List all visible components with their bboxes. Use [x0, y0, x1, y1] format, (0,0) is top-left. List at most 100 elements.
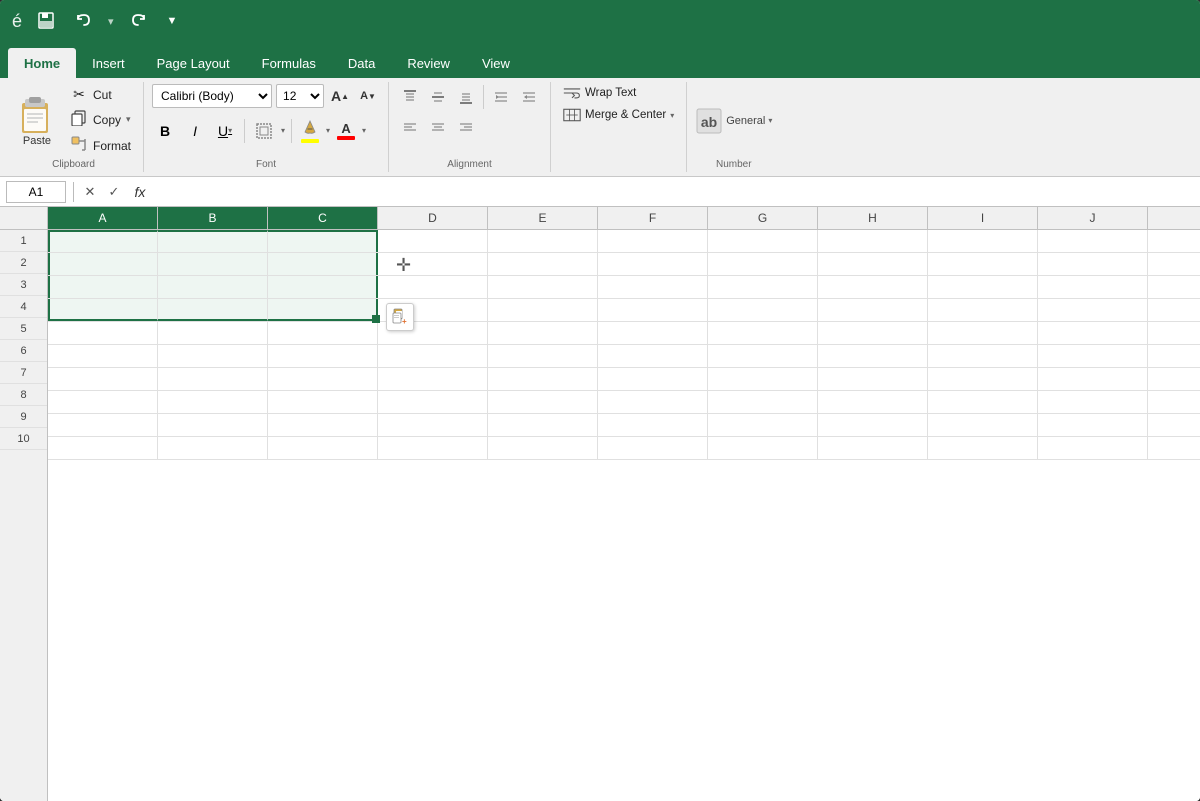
cell-e1[interactable]	[488, 230, 598, 252]
cell-b10[interactable]	[158, 437, 268, 459]
font-color-button[interactable]: A	[334, 119, 358, 142]
row-header-7[interactable]: 7	[0, 362, 47, 384]
undo-btn[interactable]	[70, 9, 98, 33]
wrap-text-button[interactable]: Wrap Text	[559, 84, 678, 102]
number-format-dropdown[interactable]: ▾	[768, 116, 772, 125]
cell-c6[interactable]	[268, 345, 378, 367]
cell-i8[interactable]	[928, 391, 1038, 413]
cell-j9[interactable]	[1038, 414, 1148, 436]
tab-view[interactable]: View	[466, 48, 526, 78]
underline-button[interactable]: U ▾	[212, 118, 238, 144]
font-grow-button[interactable]: A ▲	[328, 84, 352, 108]
cell-a1[interactable]	[48, 230, 158, 252]
cell-i3[interactable]	[928, 276, 1038, 298]
cell-c1[interactable]	[268, 230, 378, 252]
cell-c10[interactable]	[268, 437, 378, 459]
paste-options-button[interactable]: +	[386, 303, 414, 331]
col-header-j[interactable]: J	[1038, 207, 1148, 229]
merge-dropdown[interactable]: ▾	[670, 111, 674, 120]
cell-e6[interactable]	[488, 345, 598, 367]
cell-f6[interactable]	[598, 345, 708, 367]
row-header-10[interactable]: 10	[0, 428, 47, 450]
cell-g5[interactable]	[708, 322, 818, 344]
cell-a5[interactable]	[48, 322, 158, 344]
cell-h2[interactable]	[818, 253, 928, 275]
cut-button[interactable]: ✂ Cut	[66, 84, 135, 105]
font-name-select[interactable]: Calibri (Body)	[152, 84, 272, 108]
cell-b4[interactable]	[158, 299, 268, 321]
redo-btn[interactable]	[124, 9, 152, 33]
cell-j5[interactable]	[1038, 322, 1148, 344]
cell-g4[interactable]	[708, 299, 818, 321]
tab-page-layout[interactable]: Page Layout	[141, 48, 246, 78]
cell-i9[interactable]	[928, 414, 1038, 436]
cell-h8[interactable]	[818, 391, 928, 413]
cell-c8[interactable]	[268, 391, 378, 413]
cell-i4[interactable]	[928, 299, 1038, 321]
cell-c2[interactable]	[268, 253, 378, 275]
align-right-button[interactable]	[453, 114, 479, 140]
cell-f9[interactable]	[598, 414, 708, 436]
col-header-d[interactable]: D	[378, 207, 488, 229]
cell-a3[interactable]	[48, 276, 158, 298]
cell-a2[interactable]	[48, 253, 158, 275]
cell-f3[interactable]	[598, 276, 708, 298]
customize-quick-access-btn[interactable]: ▼	[162, 12, 183, 30]
row-header-3[interactable]: 3	[0, 274, 47, 296]
cell-d9[interactable]	[378, 414, 488, 436]
cell-h6[interactable]	[818, 345, 928, 367]
row-header-9[interactable]: 9	[0, 406, 47, 428]
decrease-indent-button[interactable]	[488, 84, 514, 110]
cell-i1[interactable]	[928, 230, 1038, 252]
cell-f5[interactable]	[598, 322, 708, 344]
name-box[interactable]	[6, 181, 66, 203]
borders-button[interactable]	[251, 118, 277, 144]
cell-g3[interactable]	[708, 276, 818, 298]
cell-i2[interactable]	[928, 253, 1038, 275]
cancel-formula-btn[interactable]: ✕	[79, 181, 101, 203]
cell-h4[interactable]	[818, 299, 928, 321]
row-header-8[interactable]: 8	[0, 384, 47, 406]
cell-a8[interactable]	[48, 391, 158, 413]
cell-g9[interactable]	[708, 414, 818, 436]
cell-g7[interactable]	[708, 368, 818, 390]
cell-h3[interactable]	[818, 276, 928, 298]
align-bottom-button[interactable]	[453, 84, 479, 110]
cell-j4[interactable]	[1038, 299, 1148, 321]
cell-i10[interactable]	[928, 437, 1038, 459]
cell-f8[interactable]	[598, 391, 708, 413]
cell-i7[interactable]	[928, 368, 1038, 390]
copy-button[interactable]: Copy ▾	[66, 108, 135, 131]
cell-e2[interactable]	[488, 253, 598, 275]
italic-button[interactable]: I	[182, 118, 208, 144]
fill-color-dropdown[interactable]: ▾	[326, 126, 330, 135]
cell-c7[interactable]	[268, 368, 378, 390]
cell-b8[interactable]	[158, 391, 268, 413]
cell-c5[interactable]	[268, 322, 378, 344]
cell-d6[interactable]	[378, 345, 488, 367]
cell-g10[interactable]	[708, 437, 818, 459]
cell-b6[interactable]	[158, 345, 268, 367]
fill-color-button[interactable]	[298, 116, 322, 145]
cell-j2[interactable]	[1038, 253, 1148, 275]
cell-g2[interactable]	[708, 253, 818, 275]
increase-indent-button[interactable]	[516, 84, 542, 110]
cell-j8[interactable]	[1038, 391, 1148, 413]
cell-f1[interactable]	[598, 230, 708, 252]
cell-b3[interactable]	[158, 276, 268, 298]
tab-home[interactable]: Home	[8, 48, 76, 78]
cell-d7[interactable]	[378, 368, 488, 390]
tab-data[interactable]: Data	[332, 48, 391, 78]
paste-button[interactable]: Paste	[12, 93, 62, 149]
cell-f2[interactable]	[598, 253, 708, 275]
col-header-c[interactable]: C	[268, 207, 378, 229]
cell-e3[interactable]	[488, 276, 598, 298]
row-header-6[interactable]: 6	[0, 340, 47, 362]
merge-center-button[interactable]: Merge & Center ▾	[559, 106, 678, 124]
tab-insert[interactable]: Insert	[76, 48, 141, 78]
cell-h5[interactable]	[818, 322, 928, 344]
cell-e9[interactable]	[488, 414, 598, 436]
col-header-g[interactable]: G	[708, 207, 818, 229]
font-shrink-button[interactable]: A ▼	[356, 84, 380, 108]
cell-h10[interactable]	[818, 437, 928, 459]
